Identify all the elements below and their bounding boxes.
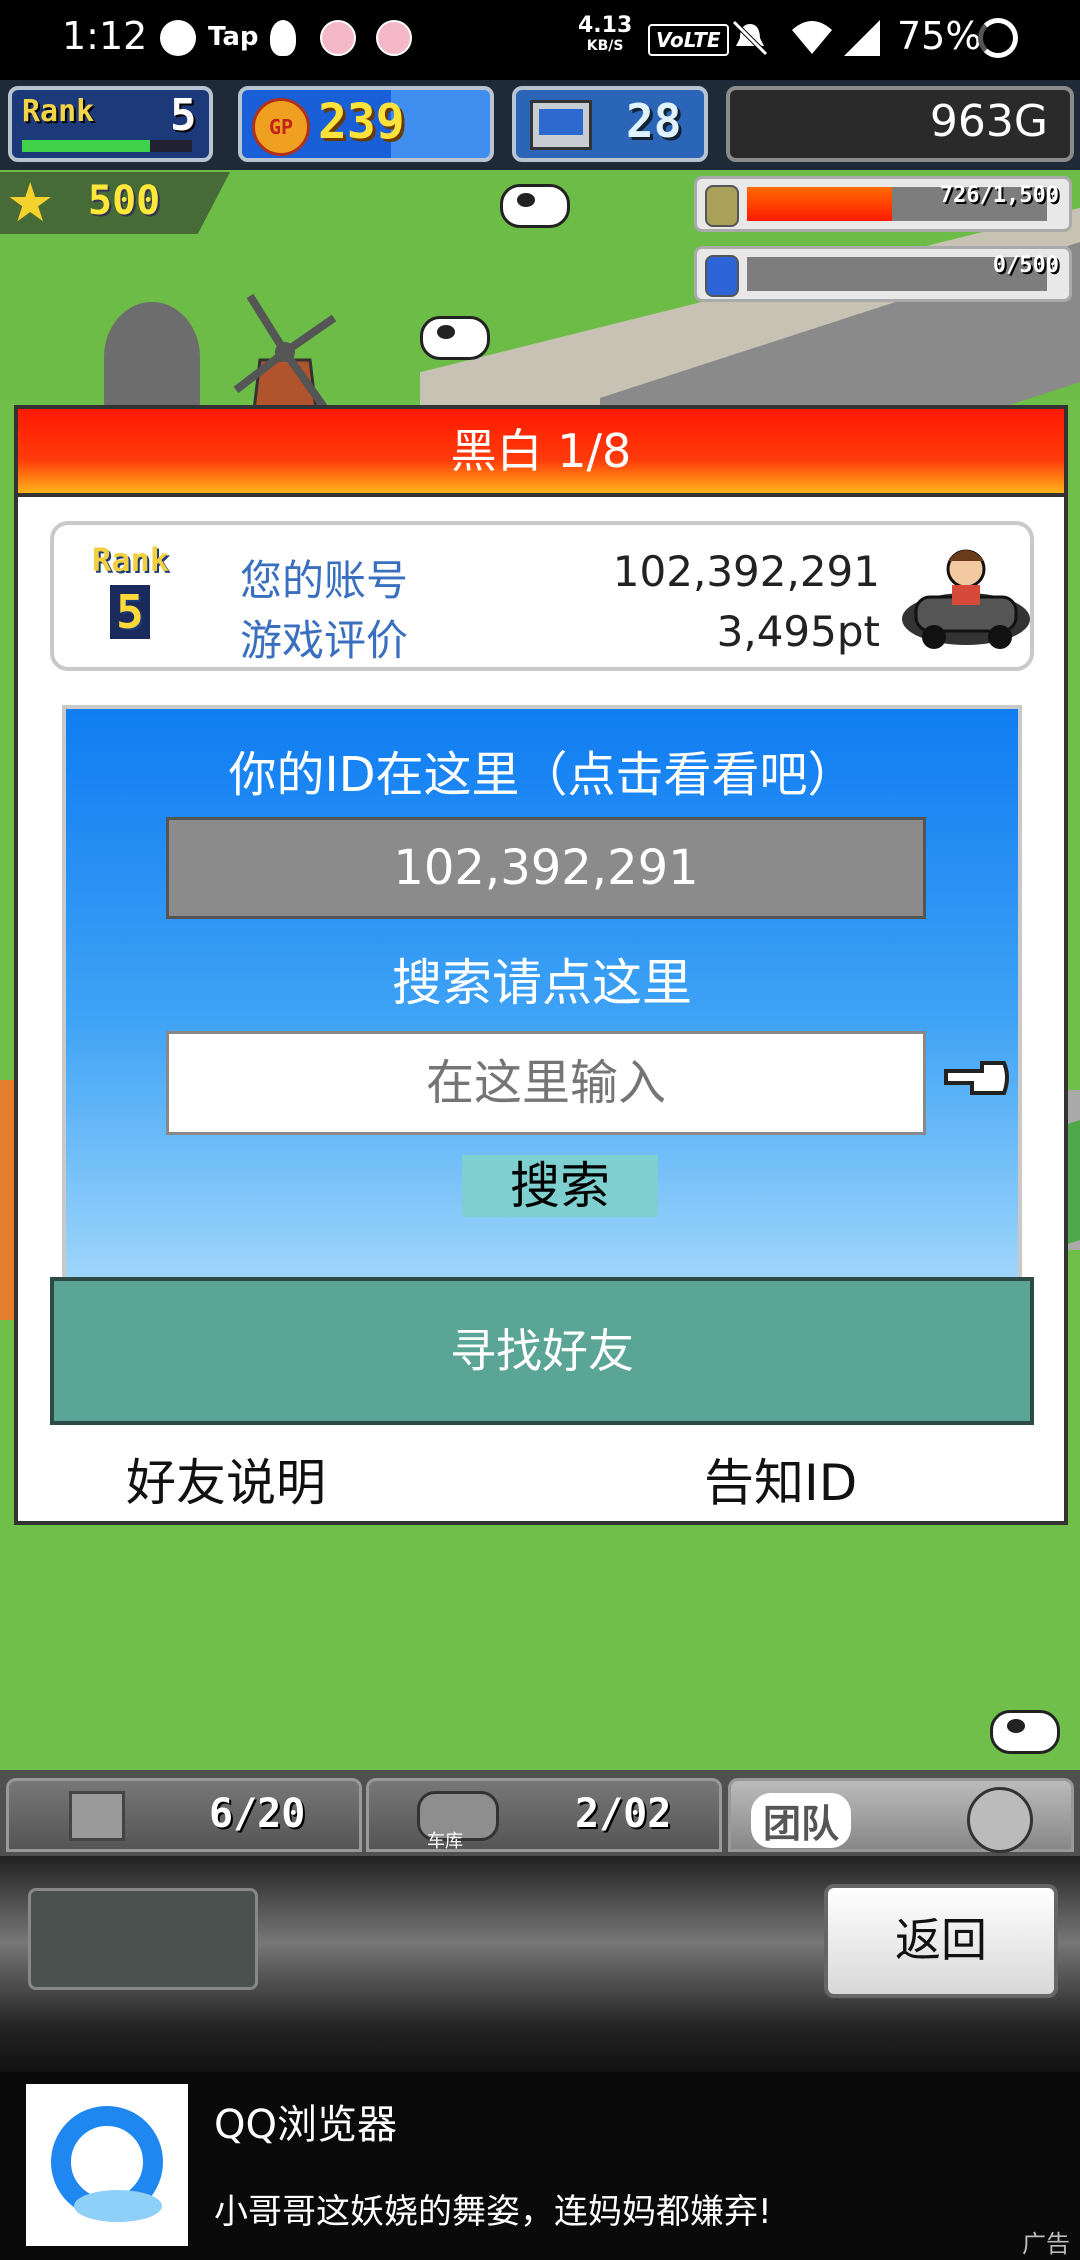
- cow[interactable]: [500, 184, 570, 228]
- cow[interactable]: [420, 316, 490, 360]
- resource-fill: [747, 187, 893, 221]
- pointing-hand-icon: [944, 1061, 1009, 1095]
- back-button[interactable]: 返回: [824, 1884, 1058, 1998]
- team-label: 团队: [751, 1793, 852, 1848]
- notify-id-link[interactable]: 告知ID: [704, 1443, 857, 1515]
- tap-app-icon: Tap: [208, 22, 259, 52]
- id-search-panel: 你的ID在这里（点击看看吧） 102,392,291 搜索请点这里 搜索: [62, 705, 1022, 1281]
- rank-panel[interactable]: Rank 5: [8, 86, 213, 162]
- tab-items[interactable]: 6/20: [6, 1778, 362, 1852]
- account-label: 您的账号: [240, 556, 409, 605]
- friend-help-link[interactable]: 好友说明: [126, 1443, 326, 1515]
- status-time: 1:12: [62, 14, 148, 58]
- tab-team[interactable]: 团队: [728, 1778, 1074, 1853]
- items-count: 6/20: [209, 1791, 306, 1837]
- rank-value: 5: [110, 585, 150, 639]
- mute-bell-icon: [732, 20, 768, 56]
- ad-banner[interactable]: QQ浏览器 小哥哥这妖娆的舞姿，连妈妈都嫌弃! 广告: [0, 2072, 1080, 2260]
- status-bar: 1:12 Tap 4.13 KB/S VoLTE 75%: [0, 0, 1080, 80]
- battery-ring-icon: [978, 18, 1018, 58]
- resource-value: 726/1,500: [939, 183, 1059, 208]
- app-notification-icon: [376, 20, 412, 56]
- garage-count: 2/02: [575, 1791, 672, 1837]
- rank-value: 5: [170, 90, 197, 141]
- account-info-card: Rank 5 您的账号 102,392,291 游戏评价 3,495pt: [50, 521, 1034, 671]
- empty-slot: [28, 1888, 258, 1990]
- resource-bar-fuel[interactable]: 726/1,500: [694, 176, 1072, 232]
- wifi-icon: [792, 21, 832, 54]
- rating-label: 游戏评价: [240, 616, 409, 665]
- garage-label: 车库: [427, 1831, 463, 1852]
- search-heading: 搜索请点这里: [392, 954, 692, 1012]
- qq-browser-logo: [26, 2084, 188, 2246]
- money-panel[interactable]: 963G: [726, 86, 1074, 162]
- ad-tag: 广告: [1022, 2230, 1070, 2258]
- friend-id-search-input[interactable]: [166, 1031, 926, 1135]
- star-value: 500: [88, 178, 161, 224]
- tab-garage[interactable]: 车库 2/02: [366, 1778, 722, 1852]
- shield-icon: [270, 20, 296, 56]
- star-points-panel[interactable]: ★ 500: [0, 172, 230, 234]
- signal-icon: [844, 20, 880, 56]
- bottom-tab-bar: 6/20 车库 2/02 团队: [0, 1770, 1080, 1856]
- resource-value: 0/500: [992, 253, 1059, 278]
- network-speed: 4.13 KB/S: [578, 13, 633, 55]
- battery-percent: 75%: [897, 14, 982, 58]
- crate-icon: [69, 1791, 125, 1841]
- rating-value: 3,495pt: [716, 607, 880, 656]
- barrel-icon: [705, 185, 739, 227]
- gp-value: 239: [318, 94, 405, 150]
- friend-dialog: 黑白 1/8 Rank 5 您的账号 102,392,291 游戏评价 3,49…: [14, 405, 1068, 1525]
- star-icon: ★: [6, 171, 55, 234]
- message-icon: [160, 20, 196, 56]
- rank-label: Rank: [22, 94, 95, 129]
- volte-badge: VoLTE: [648, 24, 729, 56]
- app-notification-icon: [320, 20, 356, 56]
- cow[interactable]: [990, 1710, 1060, 1754]
- bottom-panel: 返回: [0, 1856, 1080, 2072]
- my-id-field[interactable]: 102,392,291: [166, 817, 926, 919]
- rank-progress-bar: [22, 140, 192, 152]
- money-value: 963G: [929, 96, 1048, 147]
- dialog-title-bar: 黑白 1/8: [18, 409, 1064, 497]
- gp-coin-icon: GP: [252, 98, 310, 156]
- player-avatar-car: [902, 549, 1030, 649]
- id-heading[interactable]: 你的ID在这里（点击看看吧）: [66, 735, 1018, 805]
- top-hud: Rank 5 GP 239 28 963G: [0, 80, 1080, 170]
- gp-panel[interactable]: GP 239: [238, 86, 494, 162]
- find-friend-button[interactable]: 寻找好友: [50, 1277, 1034, 1425]
- account-value: 102,392,291: [612, 547, 880, 596]
- rank-label: Rank: [92, 541, 170, 579]
- computer-icon: [530, 100, 592, 150]
- ad-title: QQ浏览器: [214, 2102, 397, 2148]
- staff-value: 28: [626, 94, 682, 148]
- bottle-icon: [705, 255, 739, 297]
- search-button[interactable]: 搜索: [462, 1155, 658, 1217]
- dialog-title: 黑白 1/8: [450, 424, 632, 478]
- ad-text: 小哥哥这妖娆的舞姿，连妈妈都嫌弃!: [214, 2192, 772, 2232]
- staff-panel[interactable]: 28: [512, 86, 708, 162]
- vip-sign[interactable]: [104, 302, 200, 412]
- resource-bar-water[interactable]: 0/500: [694, 246, 1072, 302]
- staff-avatar-icon: [967, 1787, 1033, 1853]
